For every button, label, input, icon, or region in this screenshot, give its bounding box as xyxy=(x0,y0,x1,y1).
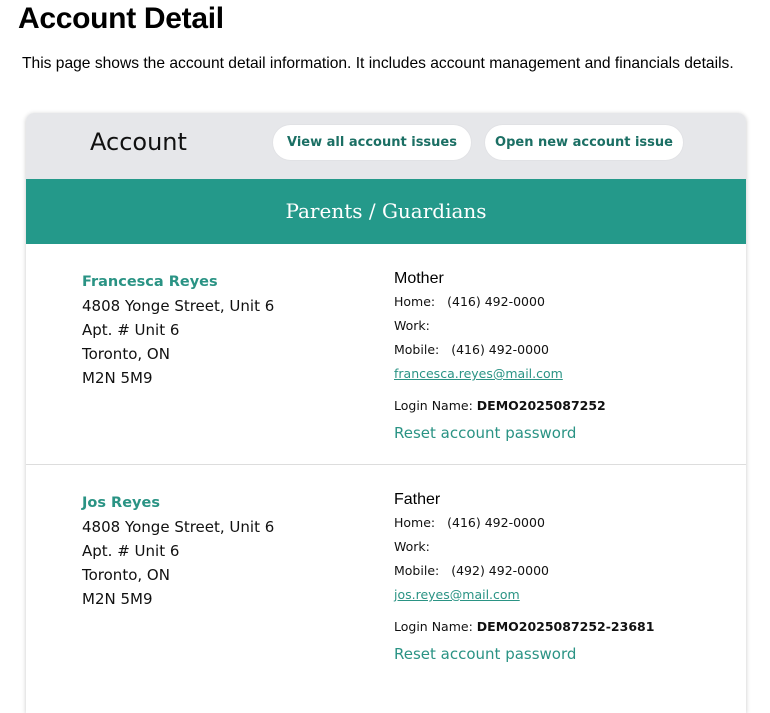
mobile-phone-label: Mobile: xyxy=(394,342,440,357)
guardian-card: Francesca Reyes 4808 Yonge Street, Unit … xyxy=(26,244,746,465)
account-heading: Account xyxy=(90,128,187,156)
mobile-phone-value: (492) 492-0000 xyxy=(451,563,549,578)
work-phone-row: Work: xyxy=(394,314,734,338)
login-name-row: Login Name: DEMO2025087252-23681 xyxy=(394,617,734,637)
guardian-card: Jos Reyes 4808 Yonge Street, Unit 6 Apt.… xyxy=(26,465,746,713)
page-description: This page shows the account detail infor… xyxy=(22,55,734,72)
work-phone-label: Work: xyxy=(394,539,430,554)
guardian-relation: Father xyxy=(394,491,441,508)
address-line: M2N 5M9 xyxy=(82,369,153,387)
open-new-account-issue-button[interactable]: Open new account issue xyxy=(485,125,683,160)
view-all-account-issues-button[interactable]: View all account issues xyxy=(273,125,471,160)
address-line: 4808 Yonge Street, Unit 6 xyxy=(82,297,275,315)
work-phone-label: Work: xyxy=(394,318,430,333)
address-line: Apt. # Unit 6 xyxy=(82,321,180,339)
guardian-contact-block: Mother Home: (416) 492-0000 Work: Mobile… xyxy=(394,268,734,444)
guardian-email-link[interactable]: francesca.reyes@mail.com xyxy=(394,362,734,386)
guardian-name-link[interactable]: Jos Reyes xyxy=(82,491,362,515)
login-name-label: Login Name: xyxy=(394,398,473,413)
guardian-contact-block: Father Home: (416) 492-0000 Work: Mobile… xyxy=(394,489,734,665)
account-header: Account View all account issues Open new… xyxy=(26,113,746,179)
home-phone-row: Home: (416) 492-0000 xyxy=(394,511,734,535)
account-card: Account View all account issues Open new… xyxy=(26,113,746,713)
login-name-value: DEMO2025087252 xyxy=(476,398,606,413)
guardian-address-block: Francesca Reyes 4808 Yonge Street, Unit … xyxy=(82,270,362,390)
home-phone-row: Home: (416) 492-0000 xyxy=(394,290,734,314)
login-name-label: Login Name: xyxy=(394,619,473,634)
guardian-email-link[interactable]: jos.reyes@mail.com xyxy=(394,583,734,607)
reset-password-link[interactable]: Reset account password xyxy=(394,643,734,665)
guardian-address-block: Jos Reyes 4808 Yonge Street, Unit 6 Apt.… xyxy=(82,491,362,611)
home-phone-label: Home: xyxy=(394,294,436,309)
work-phone-row: Work: xyxy=(394,535,734,559)
guardian-relation: Mother xyxy=(394,270,444,287)
login-name-row: Login Name: DEMO2025087252 xyxy=(394,396,734,416)
mobile-phone-row: Mobile: (492) 492-0000 xyxy=(394,559,734,583)
mobile-phone-label: Mobile: xyxy=(394,563,440,578)
mobile-phone-row: Mobile: (416) 492-0000 xyxy=(394,338,734,362)
guardian-name-link[interactable]: Francesca Reyes xyxy=(82,270,362,294)
address-line: Toronto, ON xyxy=(82,345,170,363)
mobile-phone-value: (416) 492-0000 xyxy=(451,342,549,357)
address-line: 4808 Yonge Street, Unit 6 xyxy=(82,518,275,536)
home-phone-value: (416) 492-0000 xyxy=(447,515,545,530)
address-line: M2N 5M9 xyxy=(82,590,153,608)
home-phone-label: Home: xyxy=(394,515,436,530)
parents-guardians-banner: Parents / Guardians xyxy=(26,179,746,244)
home-phone-value: (416) 492-0000 xyxy=(447,294,545,309)
login-name-value: DEMO2025087252-23681 xyxy=(476,619,655,634)
page-title: Account Detail xyxy=(18,2,224,35)
address-line: Toronto, ON xyxy=(82,566,170,584)
address-line: Apt. # Unit 6 xyxy=(82,542,180,560)
reset-password-link[interactable]: Reset account password xyxy=(394,422,734,444)
